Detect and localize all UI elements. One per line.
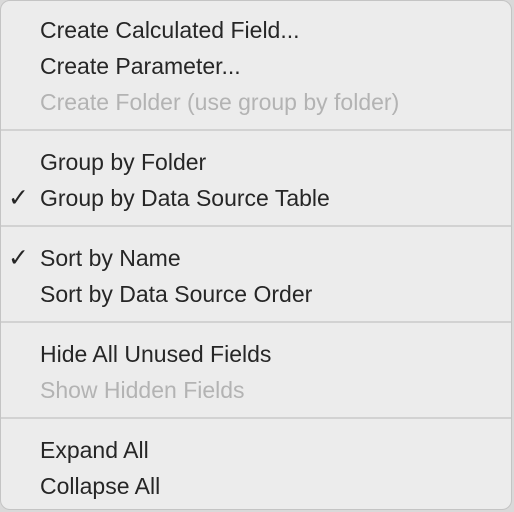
menu-item-group-by-data-source-table[interactable]: ✓ Group by Data Source Table bbox=[1, 180, 511, 216]
checkmark-icon: ✓ bbox=[8, 244, 29, 272]
menu-item-label: Expand All bbox=[40, 437, 149, 463]
menu-item-label: Collapse All bbox=[40, 473, 161, 499]
menu-item-create-calculated-field[interactable]: Create Calculated Field... bbox=[1, 12, 511, 48]
menu-item-label: Hide All Unused Fields bbox=[40, 341, 272, 367]
menu-item-show-hidden-fields: Show Hidden Fields bbox=[1, 372, 511, 408]
menu-item-create-parameter[interactable]: Create Parameter... bbox=[1, 48, 511, 84]
menu-item-label: Group by Data Source Table bbox=[40, 185, 330, 211]
menu-separator bbox=[1, 321, 511, 323]
menu-separator bbox=[1, 129, 511, 131]
menu-item-sort-by-data-source-order[interactable]: Sort by Data Source Order bbox=[1, 276, 511, 312]
menu-item-label: Create Folder (use group by folder) bbox=[40, 89, 400, 115]
context-menu: Create Calculated Field... Create Parame… bbox=[0, 0, 512, 510]
menu-item-create-folder: Create Folder (use group by folder) bbox=[1, 84, 511, 120]
menu-separator bbox=[1, 417, 511, 419]
menu-item-label: Group by Folder bbox=[40, 149, 207, 175]
menu-item-collapse-all[interactable]: Collapse All bbox=[1, 468, 511, 504]
menu-item-label: Sort by Name bbox=[40, 245, 181, 271]
menu-item-hide-all-unused-fields[interactable]: Hide All Unused Fields bbox=[1, 336, 511, 372]
menu-item-sort-by-name[interactable]: ✓ Sort by Name bbox=[1, 240, 511, 276]
menu-separator bbox=[1, 225, 511, 227]
menu-item-label: Show Hidden Fields bbox=[40, 377, 245, 403]
menu-item-label: Create Calculated Field... bbox=[40, 17, 300, 43]
menu-item-group-by-folder[interactable]: Group by Folder bbox=[1, 144, 511, 180]
menu-item-label: Sort by Data Source Order bbox=[40, 281, 313, 307]
checkmark-icon: ✓ bbox=[8, 184, 29, 212]
menu-item-expand-all[interactable]: Expand All bbox=[1, 432, 511, 468]
menu-item-label: Create Parameter... bbox=[40, 53, 241, 79]
